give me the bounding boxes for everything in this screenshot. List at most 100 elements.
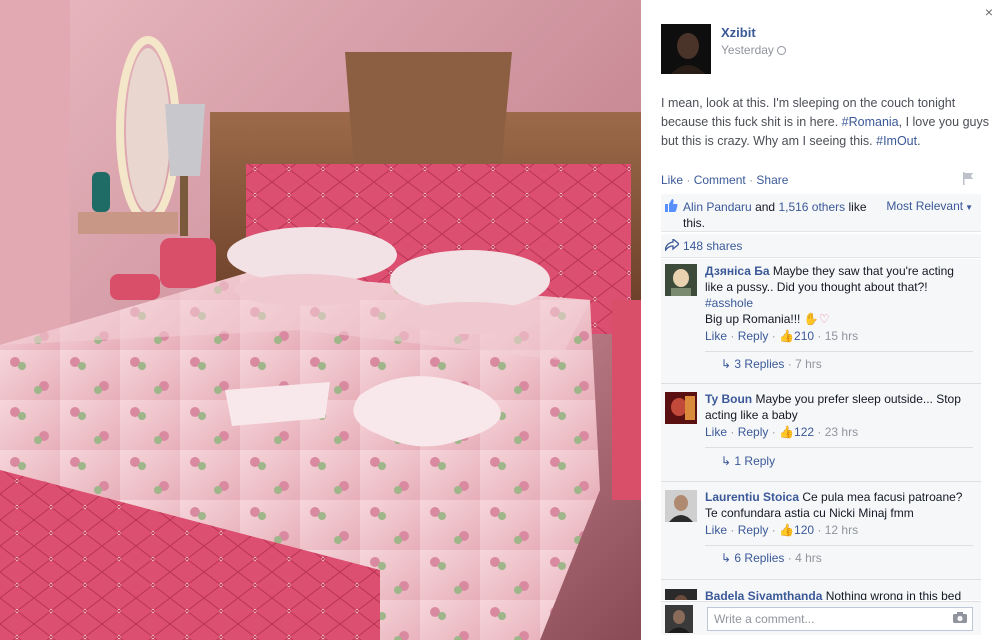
- likes-text: Alin Pandaru and 1,516 others like this.: [683, 199, 888, 231]
- comment-age[interactable]: 15 hrs: [825, 329, 858, 343]
- likes-others-link[interactable]: 1,516 others: [778, 200, 845, 214]
- post-text-part: .: [917, 134, 921, 148]
- comment-extra-line: Big up Romania!!! ✋♡: [705, 311, 975, 327]
- flag-icon[interactable]: [962, 172, 974, 185]
- comment-body: Дзяніса Ба Maybe they saw that you're ac…: [705, 263, 975, 344]
- hand-emoji-icon: ✋: [803, 312, 819, 326]
- separator-dot: ·: [686, 173, 691, 187]
- hashtag-romania[interactable]: #Romania: [842, 115, 899, 129]
- meta-dot: ·: [730, 329, 735, 343]
- commenter-avatar-image: [665, 589, 697, 600]
- post-actions: Like · Comment · Share: [661, 173, 788, 187]
- thumbs-up-icon: 👍: [779, 425, 795, 439]
- reply-divider: [705, 447, 973, 448]
- thumbs-up-icon: [665, 199, 678, 212]
- timestamp-text: Yesterday: [721, 43, 774, 57]
- comment-meta: Like · Reply · 👍210 · 15 hrs: [705, 328, 975, 344]
- sort-dropdown[interactable]: Most Relevant ▼: [886, 199, 973, 213]
- comment-link[interactable]: Comment: [694, 173, 746, 187]
- post-text: I mean, look at this. I'm sleeping on th…: [661, 94, 991, 151]
- bedroom-photo-illustration: [0, 0, 641, 640]
- view-replies-link[interactable]: ↳ 3 Replies · 7 hrs: [721, 357, 822, 371]
- sort-label: Most Relevant: [886, 199, 964, 213]
- view-replies-link[interactable]: ↳ 1 Reply: [721, 454, 775, 468]
- reply-arrow-icon: ↳: [721, 454, 732, 468]
- shares-count-link[interactable]: 148 shares: [683, 239, 742, 253]
- view-replies-link[interactable]: ↳ 6 Replies · 4 hrs: [721, 551, 822, 565]
- author-avatar[interactable]: [661, 24, 711, 74]
- commenter-avatar[interactable]: [665, 264, 697, 296]
- comment-separator: [661, 481, 981, 482]
- thumbs-up-icon: 👍: [779, 523, 795, 537]
- comment-author[interactable]: Дзяніса Ба: [705, 264, 770, 278]
- reply-divider: [705, 545, 973, 546]
- comment-reply-link[interactable]: Reply: [738, 425, 769, 439]
- comment-author[interactable]: Badela Siyamthanda: [705, 589, 822, 600]
- comment-author[interactable]: Laurentiu Stoica: [705, 490, 799, 504]
- comment-composer: Write a comment...: [661, 601, 981, 635]
- viewer-avatar: [665, 605, 693, 633]
- comment-meta: Like · Reply · 👍122 · 23 hrs: [705, 424, 975, 440]
- comment-author[interactable]: Ty Boun: [705, 392, 752, 406]
- replies-count: 6 Replies: [734, 551, 785, 565]
- heart-emoji-icon: ♡: [818, 312, 830, 326]
- comment-like-link[interactable]: Like: [705, 425, 727, 439]
- liker-name[interactable]: Alin Pandaru: [683, 200, 752, 214]
- commenter-avatar[interactable]: [665, 392, 697, 424]
- share-link[interactable]: Share: [756, 173, 788, 187]
- meta-dot: ·: [787, 357, 792, 371]
- share-arrow-icon: [665, 239, 679, 251]
- comments-list: Дзяніса Ба Maybe they saw that you're ac…: [661, 259, 981, 600]
- comment-likes-count[interactable]: 👍120: [779, 523, 814, 537]
- post-side-panel: × Xzibit Yesterday I mean, look at this.…: [641, 0, 1000, 640]
- likes-count-text: 120: [794, 523, 815, 537]
- comment-body: Ty Boun Maybe you prefer sleep outside..…: [705, 391, 975, 440]
- commenter-avatar[interactable]: [665, 490, 697, 522]
- post-timestamp[interactable]: Yesterday: [721, 43, 786, 57]
- commenter-avatar-image: [665, 264, 697, 296]
- comment-reply-link[interactable]: Reply: [738, 523, 769, 537]
- camera-icon[interactable]: [953, 612, 967, 623]
- commenter-avatar-image: [665, 490, 697, 522]
- comment-text: Laurentiu Stoica Ce pula mea facusi patr…: [705, 489, 975, 521]
- comment-like-link[interactable]: Like: [705, 523, 727, 537]
- likes-count-text: 122: [794, 425, 815, 439]
- meta-dot: ·: [817, 425, 822, 439]
- comment-likes-count[interactable]: 👍210: [779, 329, 814, 343]
- thumbs-up-icon: 👍: [779, 329, 795, 343]
- comment-text: Badela Siyamthanda Nothing wrong in this…: [705, 588, 975, 600]
- comment-age[interactable]: 12 hrs: [825, 523, 858, 537]
- likes-summary: Alin Pandaru and 1,516 others like this.…: [661, 194, 981, 232]
- avatar-image: [661, 24, 711, 74]
- comment-text: Дзяніса Ба Maybe they saw that you're ac…: [705, 263, 975, 295]
- globe-icon: [776, 46, 786, 55]
- comment-like-link[interactable]: Like: [705, 329, 727, 343]
- reply-arrow-icon: ↳: [721, 551, 732, 565]
- commenter-avatar-image: [665, 392, 697, 424]
- comment-body: Laurentiu Stoica Ce pula mea facusi patr…: [705, 489, 975, 538]
- close-icon[interactable]: ×: [985, 4, 993, 20]
- commenter-avatar[interactable]: [665, 589, 697, 600]
- comment-separator: [661, 383, 981, 384]
- like-link[interactable]: Like: [661, 173, 683, 187]
- post-photo[interactable]: [0, 0, 641, 640]
- author-name[interactable]: Xzibit: [721, 25, 756, 40]
- comment-text: Ty Boun Maybe you prefer sleep outside..…: [705, 391, 975, 423]
- comment-hashtag[interactable]: #asshole: [705, 295, 975, 311]
- comment-body: Badela Siyamthanda Nothing wrong in this…: [705, 588, 975, 600]
- likes-and: and: [755, 200, 776, 214]
- comment-likes-count[interactable]: 👍122: [779, 425, 814, 439]
- meta-dot: ·: [787, 551, 792, 565]
- comment-meta: Like · Reply · 👍120 · 12 hrs: [705, 522, 975, 538]
- replies-count: 1 Reply: [734, 454, 776, 468]
- comment-reply-link[interactable]: Reply: [738, 329, 769, 343]
- comment-input[interactable]: Write a comment...: [707, 607, 973, 631]
- meta-dot: ·: [771, 329, 776, 343]
- comment-age[interactable]: 23 hrs: [825, 425, 858, 439]
- chevron-down-icon: ▼: [965, 203, 973, 212]
- comment-extra: Big up Romania!!!: [705, 312, 801, 326]
- reply-arrow-icon: ↳: [721, 357, 732, 371]
- meta-dot: ·: [771, 425, 776, 439]
- hashtag-imout[interactable]: #ImOut: [876, 134, 917, 148]
- likes-count-text: 210: [794, 329, 815, 343]
